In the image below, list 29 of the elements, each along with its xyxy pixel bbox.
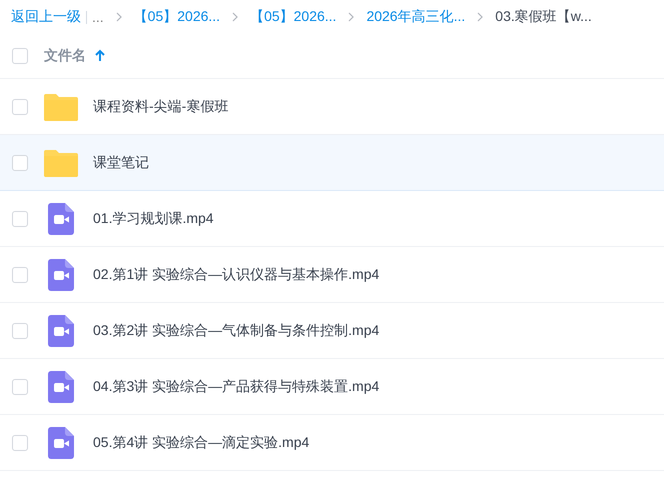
- file-name[interactable]: 课堂笔记: [93, 154, 149, 172]
- breadcrumb-item[interactable]: 03.寒假班【w...: [495, 8, 592, 26]
- back-link[interactable]: 返回上一级: [11, 8, 81, 26]
- checkbox[interactable]: [12, 378, 28, 394]
- breadcrumb-ellipsis[interactable]: ...: [92, 9, 104, 25]
- checkbox[interactable]: [12, 322, 28, 338]
- breadcrumb-item[interactable]: 【05】2026...: [250, 8, 336, 26]
- chevron-icon: [116, 12, 122, 22]
- chevron-icon: [477, 12, 484, 22]
- file-row[interactable]: 课堂笔记: [0, 135, 664, 191]
- checkbox[interactable]: [12, 154, 28, 170]
- file-name[interactable]: 02.第1讲 实验综合—认识仪器与基本操作.mp4: [93, 266, 380, 284]
- file-name[interactable]: 课程资料-尖端-寒假班: [93, 98, 228, 116]
- chevron-icon: [348, 12, 354, 22]
- folder-icon: [44, 148, 78, 176]
- breadcrumb-item[interactable]: 【05】2026...: [134, 8, 220, 26]
- checkbox[interactable]: [12, 48, 28, 64]
- file-name[interactable]: 05.第4讲 实验综合—滴定实验.mp4: [93, 434, 310, 452]
- file-name[interactable]: 01.学习规划课.mp4: [93, 210, 214, 228]
- folder-icon: [44, 92, 78, 120]
- checkbox[interactable]: [12, 434, 28, 450]
- checkbox[interactable]: [12, 266, 28, 282]
- file-name[interactable]: 04.第3讲 实验综合—产品获得与特殊装置.mp4: [93, 378, 380, 396]
- breadcrumb-item[interactable]: 2026年高三化...: [366, 8, 466, 26]
- chevron-icon: [232, 12, 238, 22]
- file-name[interactable]: 03.第2讲 实验综合—气体制备与条件控制.mp4: [93, 322, 380, 340]
- checkbox[interactable]: [12, 98, 28, 114]
- sort-arrow-icon[interactable]: [94, 49, 106, 63]
- checkbox[interactable]: [12, 210, 28, 226]
